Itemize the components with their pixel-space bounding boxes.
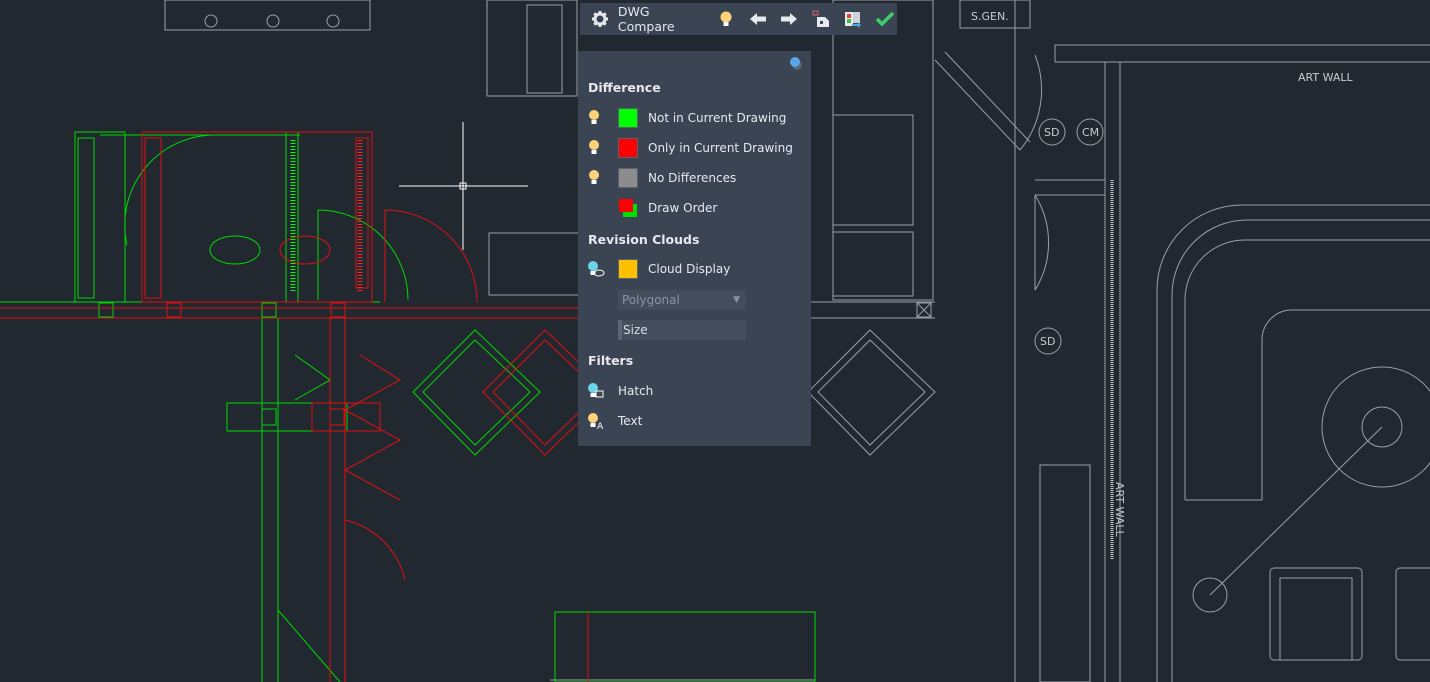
label-art-wall-vertical: ART WALL xyxy=(1113,482,1126,538)
cloud-size-slider[interactable]: Size xyxy=(618,320,746,340)
filters-heading: Filters xyxy=(588,353,634,368)
text-filter-toggle-icon[interactable]: A xyxy=(587,412,605,430)
slider-label: Size xyxy=(623,323,648,337)
label: Only in Current Drawing xyxy=(648,141,793,155)
next-arrow-icon[interactable] xyxy=(778,7,802,31)
revision-clouds-heading: Revision Clouds xyxy=(588,232,700,247)
lightbulb-toggle-icon[interactable] xyxy=(587,109,601,127)
hatch-filter-toggle-icon[interactable] xyxy=(587,382,605,400)
difference-draw-order: Draw Order xyxy=(578,196,811,220)
filter-hatch: Hatch xyxy=(578,379,811,403)
cloud-display-row: Cloud Display xyxy=(578,257,811,281)
chevron-down-icon: ▼ xyxy=(733,295,740,305)
cloud-toggle-icon[interactable] xyxy=(587,260,605,278)
difference-heading: Difference xyxy=(588,80,661,95)
label-sgen: S.GEN. xyxy=(971,10,1009,23)
label: Hatch xyxy=(618,384,654,398)
difference-not-in-current: Not in Current Drawing xyxy=(578,106,811,130)
label: Cloud Display xyxy=(648,262,731,276)
export-compare-icon[interactable] xyxy=(841,7,865,31)
label: Text xyxy=(618,414,643,428)
color-swatch-yellow[interactable] xyxy=(618,259,638,279)
done-check-icon[interactable] xyxy=(873,7,897,31)
lightbulb-toggle-icon[interactable] xyxy=(587,139,601,157)
color-swatch-green[interactable] xyxy=(618,108,638,128)
label: Not in Current Drawing xyxy=(648,111,787,125)
toolbar-title: DWG Compare xyxy=(617,4,675,34)
color-swatch-gray[interactable] xyxy=(618,168,638,188)
removed-geometry xyxy=(0,131,611,682)
settings-gear-icon[interactable] xyxy=(588,7,612,31)
filter-text: A Text xyxy=(578,409,811,433)
svg-text:A: A xyxy=(597,422,604,430)
crosshair-cursor xyxy=(399,122,528,250)
label-cm: CM xyxy=(1082,126,1099,139)
difference-only-in-current: Only in Current Drawing xyxy=(578,136,811,160)
difference-no-differences: No Differences xyxy=(578,166,811,190)
label-sd-2: SD xyxy=(1040,335,1055,348)
color-swatch-red[interactable] xyxy=(618,138,638,158)
label: No Differences xyxy=(648,171,737,185)
cloud-shape-dropdown[interactable]: Polygonal ▼ xyxy=(618,290,746,310)
selected-value: Polygonal xyxy=(622,293,680,307)
previous-arrow-icon[interactable] xyxy=(746,7,770,31)
dwg-compare-toolbar: DWG Compare xyxy=(580,3,897,35)
lightbulb-icon[interactable] xyxy=(714,7,738,31)
snapshot-icon[interactable] xyxy=(809,7,833,31)
label-sd: SD xyxy=(1044,126,1059,139)
compare-settings-panel: Difference Not in Current Drawing Only i… xyxy=(578,51,811,446)
label-art-wall: ART WALL xyxy=(1298,71,1354,84)
label: Draw Order xyxy=(648,201,718,215)
draw-order-icon[interactable] xyxy=(618,198,638,218)
lightbulb-toggle-icon[interactable] xyxy=(587,169,601,187)
pin-icon[interactable] xyxy=(788,55,804,74)
